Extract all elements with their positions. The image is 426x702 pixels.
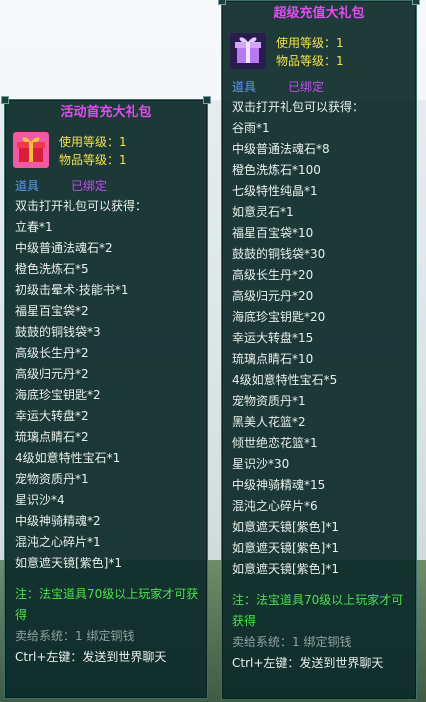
gift-item: 中级普通法魂石*2 — [15, 241, 113, 255]
ctrl-click-hint: Ctrl+左键：发送到世界聊天 — [15, 650, 167, 664]
gift-item-list: 谷雨*1 中级普通法魂石*8 橙色洗炼石*100 七级特性纯晶*1 如意灵石*1 福星百宝… — [222, 118, 416, 580]
first-recharge-gift-tooltip: 活动首充大礼包 使用等级：1 物品等级：1 道具 已绑定 双击打开礼包可以获得：… — [1, 96, 211, 699]
gift-item: 高级长生丹*2 — [15, 346, 89, 360]
gift-intro: 双击打开礼包可以获得： — [232, 100, 365, 114]
gift-item: 初级击晕术·技能书*1 — [15, 283, 129, 297]
tooltip-header: 使用等级：1 物品等级：1 — [222, 27, 416, 75]
gift-item: 谷雨*1 — [232, 121, 270, 135]
gift-item: 七级特性纯晶*1 — [232, 184, 318, 198]
gift-item: 宠物资质丹*1 — [15, 472, 89, 486]
gift-item: 如意遮天镜[紫色]*1 — [15, 556, 122, 570]
gift-item: 鼓鼓的铜钱袋*3 — [15, 325, 101, 339]
gift-intro: 双击打开礼包可以获得： — [15, 199, 148, 213]
level-note: 注：法宝道具70级以上玩家才可获得 — [232, 593, 404, 628]
super-recharge-gift-tooltip: 超级充值大礼包 使用等级：1 物品等级：1 道具 已绑定 双击打开礼包可以获得：… — [218, 0, 420, 700]
bound-status-tag: 已绑定 — [71, 179, 108, 193]
item-tags: 道具 已绑定 — [5, 174, 207, 196]
sell-price: 卖给系统：1 绑定铜钱 — [15, 629, 135, 643]
gift-item: 高级归元丹*20 — [232, 289, 314, 303]
gift-item: 混沌之心碎片*1 — [15, 535, 101, 549]
gift-item: 如意遮天镜[紫色]*1 — [232, 520, 339, 534]
gift-item: 4级如意特性宝石*5 — [232, 373, 338, 387]
gift-item: 立春*1 — [15, 220, 53, 234]
gift-item-list: 立春*1 中级普通法魂石*2 橙色洗炼石*5 初级击晕术·技能书*1 福星百宝袋*2 鼓鼓… — [5, 217, 207, 574]
item-type-tag: 道具 — [15, 179, 40, 193]
sell-price: 卖给系统：1 绑定铜钱 — [232, 635, 352, 649]
gift-item: 星识沙*30 — [232, 457, 290, 471]
use-level: 使用等级：1 — [276, 36, 344, 50]
use-level: 使用等级：1 — [59, 135, 127, 149]
item-type-tag: 道具 — [232, 80, 257, 94]
tooltip-title: 活动首充大礼包 — [60, 105, 152, 120]
gift-item: 如意灵石*1 — [232, 205, 294, 219]
gift-item: 中级神骑精魂*15 — [232, 478, 326, 492]
gift-item: 琉璃点睛石*10 — [232, 352, 314, 366]
gift-item: 中级普通法魂石*8 — [232, 142, 330, 156]
gift-item: 琉璃点睛石*2 — [15, 430, 89, 444]
gift-item: 4级如意特性宝石*1 — [15, 451, 121, 465]
bound-status-tag: 已绑定 — [288, 80, 325, 94]
gift-item: 橙色洗炼石*5 — [15, 262, 89, 276]
gift-item: 幸运大转盘*15 — [232, 331, 314, 345]
tooltip-title: 超级充值大礼包 — [273, 6, 365, 21]
gift-item: 高级长生丹*20 — [232, 268, 314, 282]
gift-item: 黑美人花篮*2 — [232, 415, 306, 429]
gift-item: 高级归元丹*2 — [15, 367, 89, 381]
gift-item: 橙色洗炼石*100 — [232, 163, 321, 177]
level-note: 注：法宝道具70级以上玩家才可获得 — [15, 587, 199, 622]
gift-item: 海底珍宝钥匙*2 — [15, 388, 101, 402]
gift-item: 混沌之心碎片*6 — [232, 499, 318, 513]
item-level: 物品等级：1 — [59, 153, 127, 167]
gift-item: 宠物资质丹*1 — [232, 394, 306, 408]
gift-box-icon — [230, 33, 266, 69]
gift-item: 中级神骑精魂*2 — [15, 514, 101, 528]
item-tags: 道具 已绑定 — [222, 75, 416, 97]
gift-item: 如意遮天镜[紫色]*1 — [232, 562, 339, 576]
gift-item: 如意遮天镜[紫色]*1 — [232, 541, 339, 555]
gift-item: 倾世绝恋花篮*1 — [232, 436, 318, 450]
tooltip-header: 使用等级：1 物品等级：1 — [5, 126, 207, 174]
gift-item: 福星百宝袋*10 — [232, 226, 314, 240]
ctrl-click-hint: Ctrl+左键：发送到世界聊天 — [232, 656, 384, 670]
gift-item: 鼓鼓的铜钱袋*30 — [232, 247, 326, 261]
gift-item: 星识沙*4 — [15, 493, 65, 507]
gift-box-icon — [13, 132, 49, 168]
gift-item: 福星百宝袋*2 — [15, 304, 89, 318]
gift-item: 海底珍宝钥匙*20 — [232, 310, 326, 324]
item-level: 物品等级：1 — [276, 54, 344, 68]
gift-item: 幸运大转盘*2 — [15, 409, 89, 423]
